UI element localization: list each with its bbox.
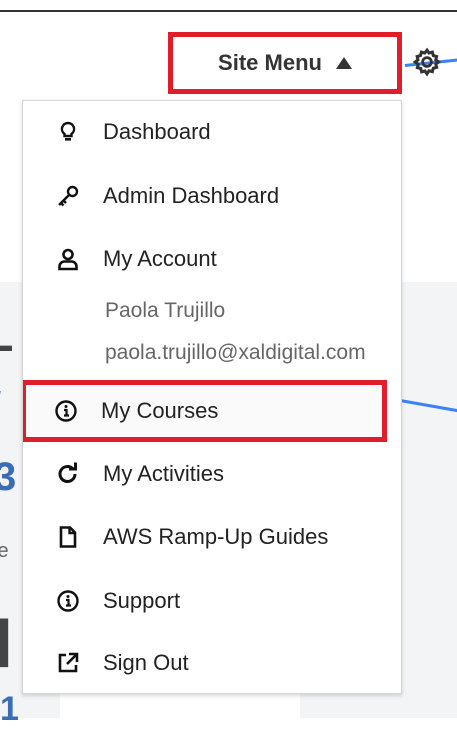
menu-item-label: Dashboard <box>103 119 211 144</box>
background-fragment: 1 <box>0 690 19 728</box>
menu-item-aws-ramp-up-guides[interactable]: AWS Ramp-Up Guides <box>23 512 401 562</box>
user-icon <box>55 246 81 272</box>
background-fragment: :e <box>0 540 9 562</box>
background-fragment: ▌ <box>0 620 23 664</box>
gear-icon[interactable] <box>412 47 442 77</box>
menu-item-dashboard[interactable]: Dashboard <box>23 107 401 157</box>
caret-up-icon <box>335 57 352 69</box>
site-menu-dropdown: Dashboard Admin Dashboard My Account Pao… <box>22 100 402 694</box>
menu-item-label: Sign Out <box>103 650 189 675</box>
external-link-icon <box>55 650 81 676</box>
refresh-icon <box>55 461 81 487</box>
background-fragment: / <box>0 385 1 430</box>
info-circle-icon <box>53 398 79 424</box>
menu-item-my-account[interactable]: My Account <box>23 234 401 284</box>
menu-item-label: My Account <box>103 246 217 271</box>
site-menu-button[interactable]: Site Menu <box>168 32 402 94</box>
menu-item-sign-out[interactable]: Sign Out <box>23 638 401 688</box>
menu-item-label: Support <box>103 588 181 613</box>
menu-item-label: AWS Ramp-Up Guides <box>103 524 329 549</box>
menu-item-my-activities[interactable]: My Activities <box>23 449 401 499</box>
site-menu-label: Site Menu <box>218 50 322 75</box>
menu-item-admin-dashboard[interactable]: Admin Dashboard <box>23 171 401 221</box>
menu-item-my-courses[interactable]: My Courses <box>23 380 387 442</box>
background-fragment: ▬ <box>0 335 12 355</box>
lightbulb-icon <box>55 119 81 145</box>
account-email: paola.trujillo@xaldigital.com <box>105 341 366 364</box>
menu-item-label: My Activities <box>103 461 225 486</box>
background-fragment: 3 <box>0 455 17 499</box>
account-name: Paola Trujillo <box>105 299 226 322</box>
menu-item-support[interactable]: Support <box>23 576 401 626</box>
menu-item-label: My Courses <box>101 398 219 423</box>
file-icon <box>55 524 81 550</box>
menu-item-label: Admin Dashboard <box>103 183 280 208</box>
info-circle-icon <box>55 588 81 614</box>
top-divider <box>0 10 457 12</box>
key-icon <box>55 183 81 209</box>
